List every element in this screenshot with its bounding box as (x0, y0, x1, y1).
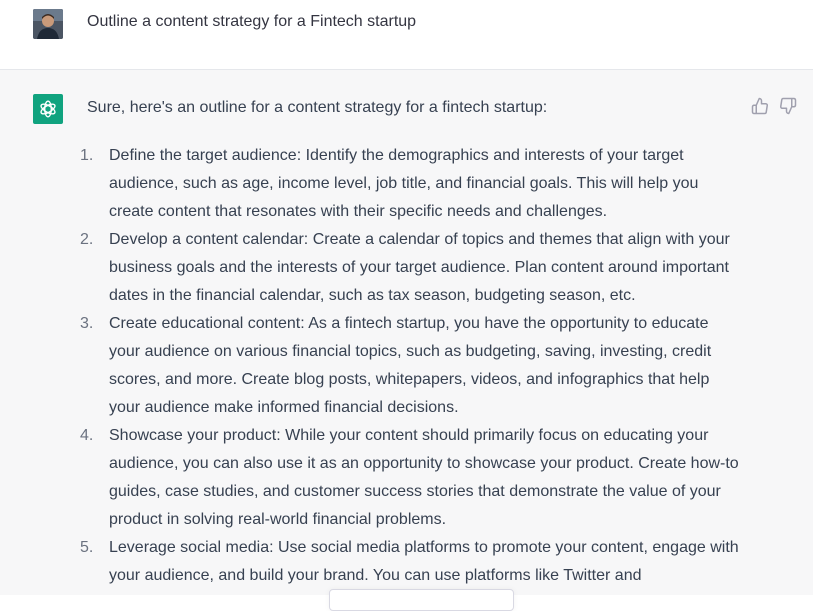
list-item-number: 1. (80, 147, 94, 164)
list-item-number: 4. (80, 427, 94, 444)
thumbs-down-button[interactable] (779, 97, 797, 115)
strategy-list: 1. Define the target audience: Identify … (80, 142, 740, 590)
list-item: 5. Leverage social media: Use social med… (80, 534, 740, 590)
stop-generating-button[interactable] (329, 589, 514, 611)
list-item-number: 3. (80, 315, 94, 332)
assistant-intro-text: Sure, here's an outline for a content st… (87, 99, 548, 116)
list-item-number: 5. (80, 539, 94, 556)
list-item: 2. Develop a content calendar: Create a … (80, 226, 740, 310)
list-item-number: 2. (80, 231, 94, 248)
assistant-message-row: Sure, here's an outline for a content st… (0, 70, 813, 595)
list-item: 3. Create educational content: As a fint… (80, 310, 740, 422)
list-item-text: Define the target audience: Identify the… (109, 147, 699, 220)
user-message-text: Outline a content strategy for a Fintech… (87, 13, 417, 30)
thumbs-up-icon (751, 97, 768, 115)
openai-logo-icon (40, 100, 56, 118)
list-item-text: Create educational content: As a fintech… (109, 315, 712, 416)
user-message-row: Outline a content strategy for a Fintech… (0, 0, 813, 70)
list-item-text: Leverage social media: Use social media … (109, 539, 739, 584)
thumbs-up-button[interactable] (751, 97, 769, 115)
user-avatar-photo (33, 9, 63, 39)
list-item: 4. Showcase your product: While your con… (80, 422, 740, 534)
list-item-text: Develop a content calendar: Create a cal… (109, 231, 730, 304)
list-item: 1. Define the target audience: Identify … (80, 142, 740, 226)
assistant-avatar (33, 94, 63, 124)
user-avatar (33, 9, 63, 39)
thumbs-down-icon (780, 97, 797, 115)
list-item-text: Showcase your product: While your conten… (109, 427, 739, 528)
